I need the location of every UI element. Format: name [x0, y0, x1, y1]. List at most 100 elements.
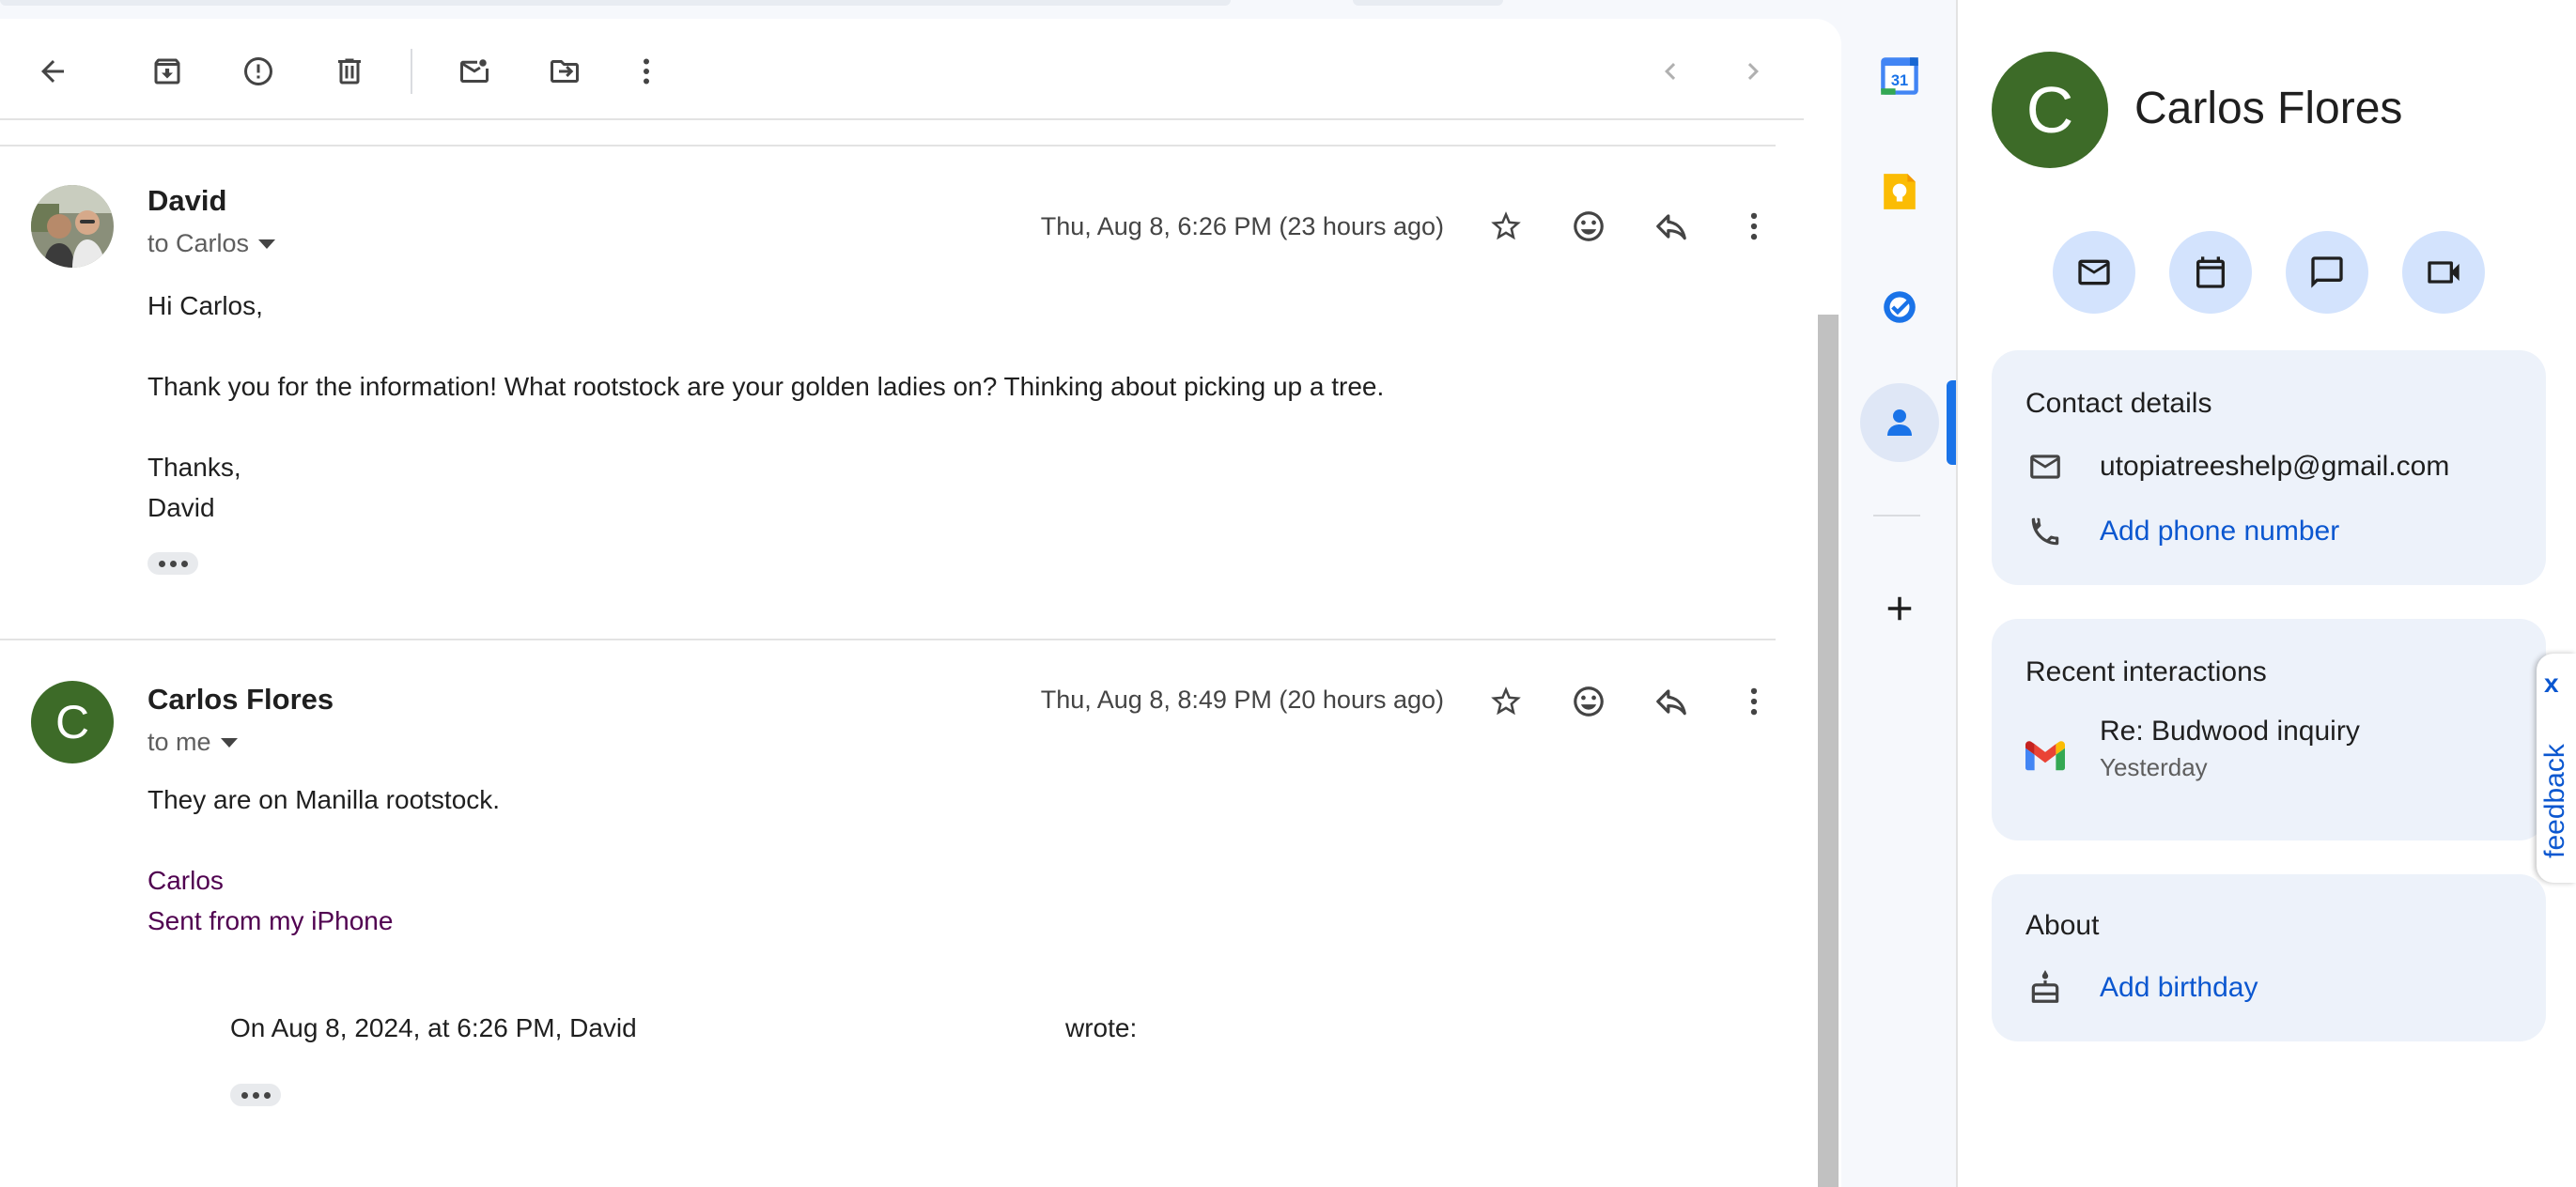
card-title: Recent interactions — [2025, 656, 2267, 687]
trash-icon — [338, 58, 361, 85]
avatar[interactable]: C — [31, 681, 114, 763]
email-icon — [2078, 259, 2110, 285]
message-more-button[interactable] — [1724, 671, 1784, 732]
cake-icon — [2025, 968, 2065, 1008]
recent-interactions-card: Recent interactions Re: Budwood inquiry … — [1992, 619, 2546, 840]
recipients-toggle[interactable]: to me — [147, 728, 238, 757]
add-reaction-button[interactable] — [1559, 671, 1619, 732]
newer-button[interactable] — [1640, 41, 1700, 101]
caret-down-icon — [258, 239, 276, 249]
more-vert-icon — [644, 58, 649, 85]
dot — [169, 560, 177, 567]
keep-app-button[interactable] — [1860, 152, 1939, 231]
phone-row[interactable]: Add phone number — [2025, 512, 2339, 551]
message-view: David to Carlos Thu, Aug 8, 6:26 PM (23 … — [0, 19, 1841, 1187]
tab-strip-left — [0, 0, 1231, 6]
tasks-icon — [1884, 291, 1916, 323]
back-button[interactable] — [23, 41, 83, 101]
get-add-ons-button[interactable] — [1860, 569, 1939, 648]
emoji-icon — [1574, 211, 1604, 241]
signature-line: Sent from my iPhone — [147, 906, 394, 935]
chat-button[interactable] — [2286, 231, 2368, 314]
calendar-app-button[interactable]: 31 — [1860, 37, 1939, 116]
quote-header-left: On Aug 8, 2024, at 6:26 PM, David — [230, 1013, 637, 1042]
sender-name[interactable]: Carlos Flores — [147, 683, 334, 717]
add-icon — [1887, 596, 1912, 621]
message-more-button[interactable] — [1724, 196, 1784, 256]
active-indicator — [1947, 380, 1956, 465]
more-vert-icon — [1750, 212, 1758, 240]
dot — [180, 560, 188, 567]
reply-icon — [1656, 214, 1686, 240]
email-icon — [2025, 447, 2065, 486]
recent-interaction-item[interactable]: Re: Budwood inquiry Yesterday — [2025, 716, 2360, 793]
message-toolbar — [0, 19, 1804, 120]
contact-panel: C Carlos Flores Contact details utopiatr… — [1956, 0, 2576, 1187]
show-quoted-text-button[interactable] — [230, 1084, 281, 1106]
caret-down-icon — [220, 737, 238, 748]
recipient-label: to me — [147, 728, 211, 756]
interaction-time: Yesterday — [2100, 753, 2208, 781]
contacts-app-button[interactable] — [1860, 383, 1939, 462]
message-david: David to Carlos Thu, Aug 8, 6:26 PM (23 … — [0, 145, 1804, 656]
show-trimmed-content-button[interactable] — [147, 552, 198, 575]
contacts-icon — [1887, 409, 1912, 436]
star-icon — [1491, 211, 1521, 240]
scrollbar-thumb[interactable] — [1818, 315, 1839, 1187]
older-button[interactable] — [1723, 41, 1783, 101]
calendar-day: 31 — [1891, 72, 1908, 89]
more-options-button[interactable] — [616, 41, 676, 101]
reply-button[interactable] — [1641, 196, 1701, 256]
star-icon — [1491, 686, 1521, 716]
reply-icon — [1656, 689, 1686, 716]
add-reaction-button[interactable] — [1559, 196, 1619, 256]
email-row[interactable]: utopiatreeshelp@gmail.com — [2025, 447, 2449, 486]
move-to-button[interactable] — [535, 41, 595, 101]
report-spam-button[interactable] — [228, 41, 288, 101]
recipients-toggle[interactable]: to Carlos — [147, 229, 276, 258]
sender-name[interactable]: David — [147, 184, 226, 218]
back-arrow-icon — [41, 60, 64, 83]
delete-button[interactable] — [319, 41, 380, 101]
body-line: They are on Manilla rootstock. — [147, 785, 501, 814]
send-email-button[interactable] — [2053, 231, 2135, 314]
star-button[interactable] — [1476, 671, 1536, 732]
feedback-close-button[interactable]: x — [2544, 669, 2559, 699]
card-title: Contact details — [2025, 388, 2212, 419]
reply-button[interactable] — [1641, 671, 1701, 732]
video-call-icon — [2428, 261, 2460, 284]
chevron-left-icon — [1665, 63, 1676, 80]
contact-avatar: C — [1992, 52, 2108, 168]
calendar-outline-icon — [2196, 256, 2225, 288]
more-vert-icon — [1750, 687, 1758, 716]
dot — [158, 560, 165, 567]
archive-icon — [154, 58, 180, 85]
body-line: Thanks, — [147, 453, 241, 482]
move-to-folder-icon — [551, 60, 579, 83]
avatar[interactable] — [31, 185, 114, 268]
contact-email[interactable]: utopiatreeshelp@gmail.com — [2100, 451, 2449, 483]
photo-avatar-image — [31, 185, 114, 268]
tasks-app-button[interactable] — [1860, 268, 1939, 347]
message-carlos: C Carlos Flores to me Thu, Aug 8, 8:49 P… — [0, 639, 1804, 1187]
card-title: About — [2025, 910, 2100, 941]
signature-line: Carlos — [147, 866, 224, 895]
rail-divider — [1873, 515, 1920, 516]
mark-unread-button[interactable] — [444, 41, 504, 101]
feedback-tab[interactable]: x feedback — [2537, 654, 2576, 883]
interaction-subject: Re: Budwood inquiry — [2100, 716, 2360, 747]
message-body: Hi Carlos, Thank you for the information… — [147, 285, 1384, 528]
message-body: They are on Manilla rootstock. Carlos Se… — [147, 779, 500, 941]
add-phone-number-link[interactable]: Add phone number — [2100, 516, 2339, 547]
star-button[interactable] — [1476, 196, 1536, 256]
add-birthday-link[interactable]: Add birthday — [2100, 972, 2258, 1004]
schedule-event-button[interactable] — [2169, 231, 2252, 314]
archive-button[interactable] — [137, 41, 197, 101]
feedback-label[interactable]: feedback — [2539, 717, 2571, 886]
about-card: About Add birthday — [1992, 874, 2546, 1041]
tab-strip-right — [1353, 0, 1503, 6]
contact-details-card: Contact details utopiatreeshelp@gmail.co… — [1992, 350, 2546, 585]
birthday-row[interactable]: Add birthday — [2025, 968, 2258, 1008]
video-call-button[interactable] — [2402, 231, 2485, 314]
contact-name: Carlos Flores — [2134, 84, 2403, 133]
